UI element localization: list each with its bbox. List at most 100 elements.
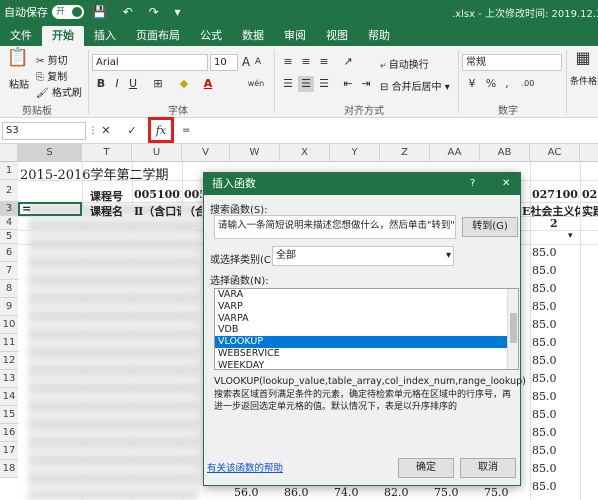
score-cell[interactable]: 56.0 <box>234 486 259 499</box>
col-header-x[interactable]: X <box>280 144 330 162</box>
format-painter-button[interactable]: 🖌 格式刷 <box>36 84 82 99</box>
font-color-button[interactable]: A <box>200 76 216 92</box>
score-cell[interactable]: 85.0 <box>532 246 557 259</box>
orientation-icon[interactable]: ↗ <box>340 54 356 70</box>
align-left-icon[interactable]: ☰ <box>280 76 296 92</box>
formula-content[interactable]: = <box>182 125 190 136</box>
col-header-w[interactable]: W <box>230 144 280 162</box>
course-code-cell[interactable]: 0051002 <box>134 188 181 201</box>
quick-access-toolbar[interactable]: 💾 ↶ ↷ ▾ <box>92 5 187 19</box>
score-cell[interactable]: 85.0 <box>532 462 557 475</box>
select-all-corner[interactable] <box>0 144 18 162</box>
score-cell[interactable]: 85.0 <box>532 444 557 457</box>
cancel-button[interactable]: 取消 <box>460 458 516 478</box>
list-item[interactable]: VARPA <box>215 313 518 325</box>
increase-decimal-button[interactable]: .00 <box>518 76 538 92</box>
col-header-z[interactable]: Z <box>380 144 430 162</box>
filter-dropdown-icon[interactable]: ▾ <box>568 231 573 241</box>
score-cell[interactable]: 85.0 <box>532 282 557 295</box>
percent-button[interactable]: % <box>484 76 498 92</box>
col-header-aa[interactable]: AA <box>430 144 480 162</box>
category-select[interactable]: 全部 ▾ <box>272 246 454 266</box>
col-header-v[interactable]: V <box>182 144 230 162</box>
font-name-select[interactable]: Arial <box>92 54 208 71</box>
cancel-entry-button[interactable]: ✕ <box>98 123 114 139</box>
list-item[interactable]: VARP <box>215 301 518 313</box>
row-header[interactable]: 18 <box>0 460 18 478</box>
list-item[interactable]: VDB <box>215 324 518 336</box>
sheet-title[interactable]: 2015-2016学年第二学期 <box>20 164 169 183</box>
row-header[interactable]: 10 <box>0 316 18 334</box>
course-code-cell[interactable]: 0051 <box>184 188 202 201</box>
conditional-format-icon[interactable]: ▦ <box>572 50 594 66</box>
go-button[interactable]: 转到(G) <box>462 217 518 237</box>
course-code-cell[interactable]: 0271 <box>582 188 598 201</box>
score-cell[interactable]: 85.0 <box>532 300 557 313</box>
row-header[interactable]: 15 <box>0 406 18 424</box>
col-header-u[interactable]: U <box>132 144 182 162</box>
tab-formulas[interactable]: 公式 <box>190 26 232 46</box>
list-item[interactable]: WEBSERVICE <box>215 348 518 360</box>
col-header-t[interactable]: T <box>82 144 132 162</box>
row-header[interactable]: 16 <box>0 424 18 442</box>
fill-color-icon[interactable]: ◆ <box>176 76 192 92</box>
row-header[interactable]: 13 <box>0 370 18 388</box>
score-cell[interactable]: 86.0 <box>284 486 309 499</box>
row-header[interactable]: 4 <box>0 216 18 230</box>
score-cell[interactable]: 82.0 <box>384 486 409 499</box>
col-header-ab[interactable]: AB <box>480 144 530 162</box>
score-cell[interactable]: 85.0 <box>532 408 557 421</box>
ok-button[interactable]: 确定 <box>398 458 454 478</box>
confirm-entry-button[interactable]: ✓ <box>124 123 140 139</box>
credit-cell[interactable]: 2 <box>550 217 558 230</box>
indent-icon[interactable]: ⇤ <box>340 76 356 92</box>
row-header[interactable]: 8 <box>0 280 18 298</box>
course-name-cell[interactable]: （合同 <box>184 203 202 219</box>
row-header[interactable]: 7 <box>0 262 18 280</box>
number-format-select[interactable]: 常规 <box>462 54 562 71</box>
col-header-s[interactable]: S <box>18 144 82 162</box>
row-header[interactable]: 12 <box>0 352 18 370</box>
course-name-label[interactable]: 课程名 <box>90 203 123 219</box>
tab-page-layout[interactable]: 页面布局 <box>126 26 190 46</box>
col-header-y[interactable]: Y <box>330 144 380 162</box>
row-header[interactable]: 6 <box>0 244 18 262</box>
row-header[interactable]: 1 <box>0 162 18 180</box>
row-header[interactable]: 2 <box>0 180 18 202</box>
help-link[interactable]: 有关该函数的帮助 <box>207 460 283 474</box>
paste-icon[interactable]: 📋 <box>6 49 30 76</box>
shrink-font-button[interactable]: A <box>252 54 264 70</box>
align-center-icon[interactable]: ☰ <box>298 76 314 92</box>
currency-icon[interactable]: ¥ <box>464 76 480 92</box>
search-input[interactable]: 请输入一条简短说明来描述您想做什么，然后单击"转到" <box>214 215 456 239</box>
tab-home[interactable]: 开始 <box>42 26 84 46</box>
active-cell-s3[interactable]: = <box>18 202 82 216</box>
borders-icon[interactable]: ⊞ <box>150 76 166 92</box>
course-code-cell[interactable]: 0271003 <box>532 188 579 201</box>
tab-help[interactable]: 帮助 <box>358 26 400 46</box>
score-cell[interactable]: 75.0 <box>434 486 459 499</box>
paste-button[interactable]: 粘贴 <box>9 76 29 91</box>
function-list[interactable]: VARA VARP VARPA VDB VLOOKUP WEBSERVICE W… <box>214 288 519 370</box>
tab-view[interactable]: 视图 <box>316 26 358 46</box>
row-header[interactable]: 11 <box>0 334 18 352</box>
tab-review[interactable]: 审阅 <box>274 26 316 46</box>
font-size-select[interactable]: 10 <box>210 54 238 71</box>
tab-insert[interactable]: 插入 <box>84 26 126 46</box>
align-right-icon[interactable]: ☰ <box>316 76 332 92</box>
conditional-format-label[interactable]: 条件格式 <box>570 74 598 87</box>
name-box[interactable]: S3 <box>2 122 86 140</box>
row-header[interactable]: 9 <box>0 298 18 316</box>
col-header-ac[interactable]: AC <box>530 144 580 162</box>
align-top-icon[interactable]: ≡ <box>280 54 296 70</box>
list-item[interactable]: VARA <box>215 289 518 301</box>
row-header[interactable]: 5 <box>0 230 18 244</box>
scrollbar-thumb[interactable] <box>510 313 517 343</box>
score-cell[interactable]: 85.0 <box>532 354 557 367</box>
score-cell[interactable]: 85.0 <box>532 426 557 439</box>
close-icon[interactable]: ✕ <box>502 173 510 195</box>
score-cell[interactable]: 85.0 <box>532 336 557 349</box>
tab-data[interactable]: 数据 <box>232 26 274 46</box>
help-icon[interactable]: ? <box>470 173 475 195</box>
row-header[interactable]: 14 <box>0 388 18 406</box>
